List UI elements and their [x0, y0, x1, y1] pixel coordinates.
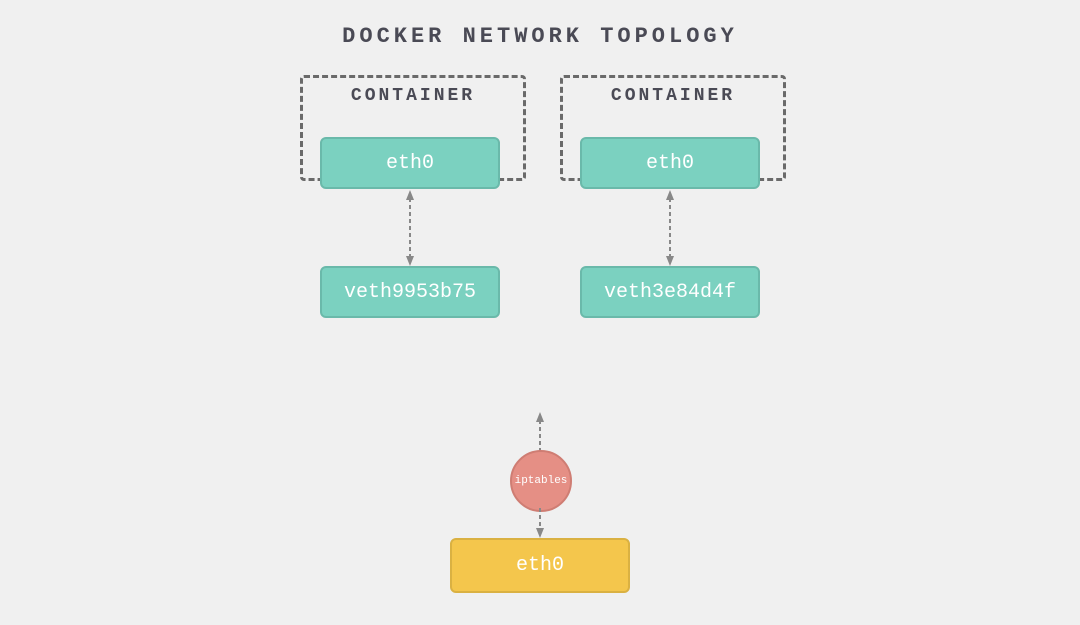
veth-2-text: veth3e84d4f	[604, 281, 736, 304]
arrow-eth-veth-2	[666, 190, 674, 266]
container-eth0-1: eth0	[320, 137, 500, 189]
container-label-2: CONTAINER	[563, 86, 783, 106]
container-label-1: CONTAINER	[303, 86, 523, 106]
host-eth0-text: eth0	[516, 554, 564, 577]
veth-1-text: veth9953b75	[344, 281, 476, 304]
host-eth0: eth0	[450, 538, 630, 593]
veth-node-2: veth3e84d4f	[580, 266, 760, 318]
diagram-canvas: DOCKER NETWORK TOPOLOGY CONTAINER eth0 C…	[0, 0, 1080, 625]
container-eth0-2-text: eth0	[646, 152, 694, 175]
iptables-node: iptables	[510, 450, 572, 512]
veth-node-1: veth9953b75	[320, 266, 500, 318]
arrow-eth-veth-1	[406, 190, 414, 266]
arrow-iptables-host	[536, 508, 544, 538]
docker0-text: Docker0	[493, 360, 585, 385]
container-eth0-2: eth0	[580, 137, 760, 189]
diagram-title: DOCKER NETWORK TOPOLOGY	[0, 24, 1080, 49]
iptables-text: iptables	[515, 475, 568, 487]
container-eth0-1-text: eth0	[386, 152, 434, 175]
